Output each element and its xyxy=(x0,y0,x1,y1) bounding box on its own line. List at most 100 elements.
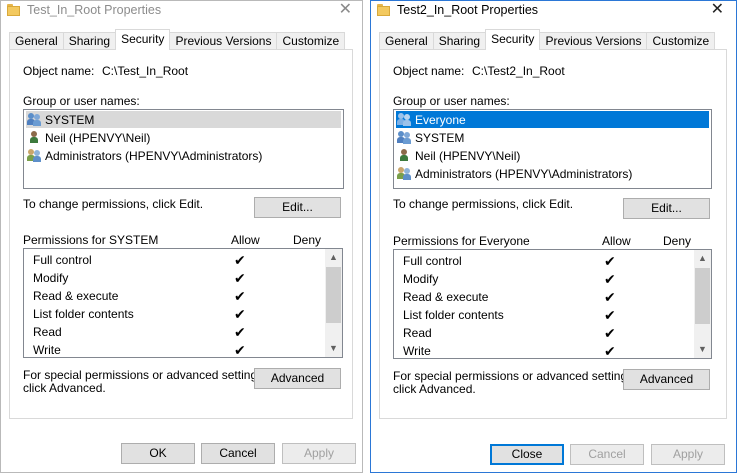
tab-previous-versions[interactable]: Previous Versions xyxy=(169,32,278,50)
close-icon[interactable]: ✕ xyxy=(711,2,724,18)
list-item[interactable]: Administrators (HPENVY\Administrators) xyxy=(396,165,709,182)
permission-row: Write ✔ xyxy=(394,342,693,359)
tab-general[interactable]: General xyxy=(9,32,64,50)
cancel-button[interactable]: Cancel xyxy=(201,443,275,464)
scroll-thumb[interactable] xyxy=(326,267,341,323)
permission-row: Modify ✔ xyxy=(394,270,693,288)
permission-name: Read xyxy=(403,326,432,340)
permission-row: Read & execute ✔ xyxy=(24,287,324,305)
list-item[interactable]: Administrators (HPENVY\Administrators) xyxy=(26,147,341,164)
user-name: Administrators (HPENVY\Administrators) xyxy=(415,166,633,181)
permission-name: Write xyxy=(403,344,431,358)
permissions-list[interactable]: Full control ✔ Modify ✔ Read & execute ✔… xyxy=(23,248,343,358)
tab-security[interactable]: Security xyxy=(115,29,171,50)
permission-row: Read & execute ✔ xyxy=(394,288,693,306)
allow-column-header: Allow xyxy=(602,234,631,248)
permission-row: Read ✔ xyxy=(24,323,324,341)
list-item[interactable]: SYSTEM xyxy=(26,111,341,128)
click-advanced-text: click Advanced. xyxy=(393,382,476,396)
permission-row: List folder contents ✔ xyxy=(24,305,324,323)
special-permissions-text: For special permissions or advanced sett… xyxy=(393,369,637,383)
tab-strip: General Sharing Security Previous Versio… xyxy=(379,29,716,50)
cancel-button[interactable]: Cancel xyxy=(570,444,644,465)
scroll-thumb[interactable] xyxy=(695,268,710,324)
list-item[interactable]: Neil (HPENVY\Neil) xyxy=(396,147,709,164)
title-bar[interactable]: Test_In_Root Properties ✕ xyxy=(1,1,362,23)
change-permissions-text: To change permissions, click Edit. xyxy=(393,197,574,211)
scroll-down-icon[interactable]: ▼ xyxy=(694,341,711,358)
list-item[interactable]: SYSTEM xyxy=(396,129,709,146)
close-button[interactable]: Close xyxy=(490,444,564,465)
permission-name: Read xyxy=(33,325,62,339)
group-users-icon xyxy=(396,112,412,127)
permission-row: Read ✔ xyxy=(394,324,693,342)
allow-check-icon: ✔ xyxy=(604,343,616,359)
window-title: Test_In_Root Properties xyxy=(27,3,162,17)
allow-check-icon: ✔ xyxy=(604,307,616,323)
allow-check-icon: ✔ xyxy=(604,271,616,287)
permission-name: Modify xyxy=(33,271,69,285)
allow-check-icon: ✔ xyxy=(234,324,246,340)
permissions-header: Permissions for Everyone xyxy=(393,234,530,248)
user-list[interactable]: SYSTEM Neil (HPENVY\Neil) Administrators… xyxy=(23,109,344,189)
advanced-button[interactable]: Advanced xyxy=(623,369,710,390)
properties-window-test2-in-root: Test2_In_Root Properties ✕ General Shari… xyxy=(370,0,737,473)
user-name: Everyone xyxy=(415,112,466,127)
edit-button[interactable]: Edit... xyxy=(623,198,710,219)
apply-button[interactable]: Apply xyxy=(282,443,356,464)
permission-name: Write xyxy=(33,343,61,357)
permission-row: Modify ✔ xyxy=(24,269,324,287)
tab-customize[interactable]: Customize xyxy=(646,32,716,50)
object-name-label: Object name: xyxy=(23,64,95,78)
allow-column-header: Allow xyxy=(231,233,260,247)
vertical-scrollbar[interactable]: ▲ ▼ xyxy=(694,250,711,358)
edit-button[interactable]: Edit... xyxy=(254,197,341,218)
list-item[interactable]: Neil (HPENVY\Neil) xyxy=(26,129,341,146)
user-name: SYSTEM xyxy=(45,112,95,127)
allow-check-icon: ✔ xyxy=(604,325,616,341)
vertical-scrollbar[interactable]: ▲ ▼ xyxy=(325,249,342,357)
allow-check-icon: ✔ xyxy=(234,342,246,358)
scroll-up-icon[interactable]: ▲ xyxy=(694,250,711,267)
object-name-value: C:\Test2_In_Root xyxy=(472,64,565,78)
properties-window-test-in-root: Test_In_Root Properties ✕ General Sharin… xyxy=(0,0,363,473)
permission-row: List folder contents ✔ xyxy=(394,306,693,324)
tab-previous-versions[interactable]: Previous Versions xyxy=(539,32,648,50)
ok-button[interactable]: OK xyxy=(121,443,195,464)
allow-check-icon: ✔ xyxy=(234,252,246,268)
tab-general[interactable]: General xyxy=(379,32,434,50)
permissions-list[interactable]: Full control ✔ Modify ✔ Read & execute ✔… xyxy=(393,249,712,359)
permission-name: Full control xyxy=(403,254,462,268)
scroll-up-icon[interactable]: ▲ xyxy=(325,249,342,266)
list-item[interactable]: Everyone xyxy=(396,111,709,128)
tab-sharing[interactable]: Sharing xyxy=(62,32,117,50)
security-panel: Object name: C:\Test2_In_Root Group or u… xyxy=(379,49,727,419)
folder-icon xyxy=(377,4,390,16)
close-icon[interactable]: ✕ xyxy=(339,2,352,18)
title-bar[interactable]: Test2_In_Root Properties ✕ xyxy=(371,1,736,23)
allow-check-icon: ✔ xyxy=(604,253,616,269)
group-users-icon xyxy=(396,166,412,181)
allow-check-icon: ✔ xyxy=(234,270,246,286)
folder-icon xyxy=(7,4,20,16)
window-title: Test2_In_Root Properties xyxy=(397,3,539,17)
permission-name: Read & execute xyxy=(33,289,119,303)
group-users-icon xyxy=(26,148,42,163)
permission-row: Write ✔ xyxy=(24,341,324,358)
deny-column-header: Deny xyxy=(663,234,692,248)
group-users-icon xyxy=(26,112,42,127)
permission-name: Full control xyxy=(33,253,92,267)
tab-customize[interactable]: Customize xyxy=(276,32,346,50)
user-name: Administrators (HPENVY\Administrators) xyxy=(45,148,263,163)
change-permissions-text: To change permissions, click Edit. xyxy=(23,197,204,211)
allow-check-icon: ✔ xyxy=(234,306,246,322)
advanced-button[interactable]: Advanced xyxy=(254,368,341,389)
apply-button[interactable]: Apply xyxy=(651,444,725,465)
tab-sharing[interactable]: Sharing xyxy=(432,32,487,50)
group-or-user-names-label: Group or user names: xyxy=(23,94,140,108)
permission-row: Full control ✔ xyxy=(24,251,324,269)
single-user-icon xyxy=(26,130,42,145)
scroll-down-icon[interactable]: ▼ xyxy=(325,340,342,357)
user-list[interactable]: Everyone SYSTEM Neil (HPENVY\Neil) Admin… xyxy=(393,109,712,189)
tab-security[interactable]: Security xyxy=(485,29,541,50)
